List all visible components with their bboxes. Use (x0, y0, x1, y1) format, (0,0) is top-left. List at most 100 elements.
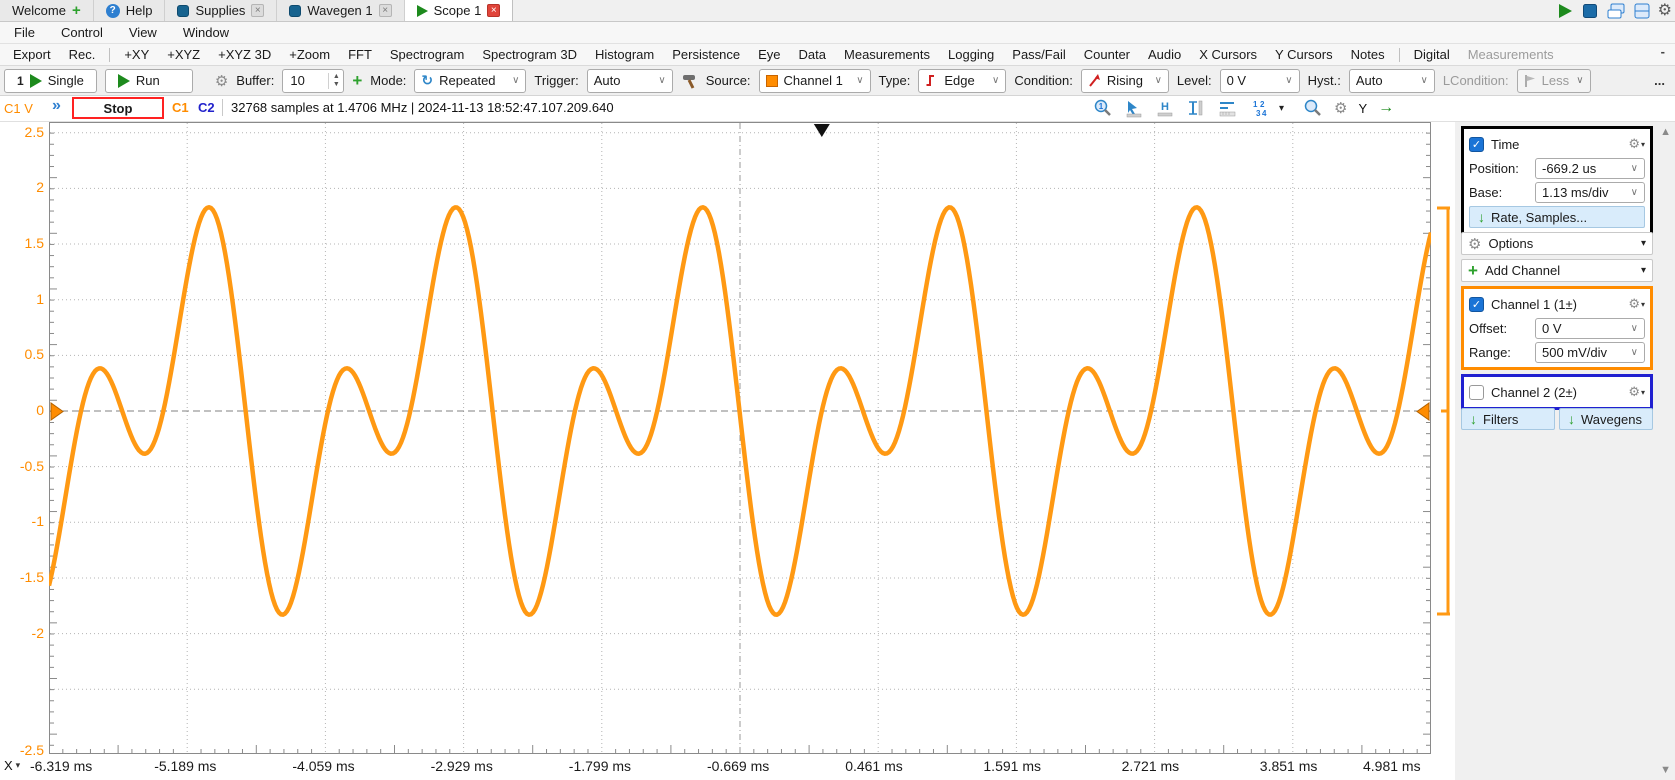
collapse-toolbar-button[interactable]: - (1661, 44, 1665, 59)
hysteresis-dropdown[interactable]: Auto ∨ (1349, 69, 1435, 93)
buffer-spinner[interactable]: ▲ ▼ (328, 73, 343, 89)
channel1-gear-icon[interactable]: ⚙ ▾ (1628, 296, 1645, 312)
spin-up-icon[interactable]: ▲ (333, 73, 340, 81)
view-item-x-cursors[interactable]: X Cursors (1190, 47, 1266, 62)
chevron-down-icon: ∨ (658, 75, 665, 86)
view-item--xyz[interactable]: +XYZ (158, 47, 209, 62)
offset-dropdown[interactable]: 0 V ∨ (1535, 318, 1645, 339)
zoom-icon[interactable] (1303, 98, 1323, 118)
level-dropdown[interactable]: 0 V ∨ (1220, 69, 1300, 93)
view-item-histogram[interactable]: Histogram (586, 47, 663, 62)
scroll-up-icon[interactable]: ▲ (1660, 126, 1671, 138)
waveform-canvas[interactable] (49, 122, 1455, 780)
range-dropdown[interactable]: 500 mV/div ∨ (1535, 342, 1645, 363)
view-item-pass-fail[interactable]: Pass/Fail (1003, 47, 1074, 62)
view-item-counter[interactable]: Counter (1075, 47, 1139, 62)
tab-scope-1[interactable]: Scope 1× (405, 0, 514, 21)
measure-icon[interactable] (1217, 98, 1237, 118)
view-item-digital[interactable]: Digital (1405, 47, 1459, 62)
view-item-data[interactable]: Data (790, 47, 835, 62)
menu-window[interactable]: Window (183, 25, 229, 40)
channel2-section[interactable]: Channel 2 (2±) ⚙ ▾ (1461, 374, 1653, 410)
zoom-buffer-icon[interactable]: 1 (1093, 98, 1113, 118)
settings-gear-icon[interactable]: ⚙ (1658, 2, 1672, 20)
view-item-eye[interactable]: Eye (749, 47, 789, 62)
view-item-spectrogram-3d[interactable]: Spectrogram 3D (473, 47, 586, 62)
menu-control[interactable]: Control (61, 25, 103, 40)
source-dropdown[interactable]: Channel 1 ∨ (759, 69, 871, 93)
view-item-rec-[interactable]: Rec. (60, 47, 105, 62)
channel1-section[interactable]: ✓ Channel 1 (1±) ⚙ ▾ Offset: 0 V ∨ Range… (1461, 286, 1653, 370)
expand-chevrons-icon[interactable]: » (52, 97, 61, 115)
trigger-mode-dropdown[interactable]: Auto ∨ (587, 69, 673, 93)
channel2-tab[interactable]: C2 (198, 100, 215, 115)
trigger-probe-icon[interactable] (681, 72, 698, 90)
scope-plot-area[interactable]: 2.521.510.50-0.5-1-1.5-2-2.5 -6.319 ms-5… (0, 122, 1455, 780)
add-channel-button[interactable]: + Add Channel ▾ (1461, 259, 1653, 282)
view-item-persistence[interactable]: Persistence (663, 47, 749, 62)
pointer-cursor-icon[interactable] (1124, 98, 1144, 118)
base-dropdown[interactable]: 1.13 ms/div ∨ (1535, 182, 1645, 203)
time-section[interactable]: ✓ Time ⚙ ▾ Position: -669.2 us ∨ Base: 1… (1461, 126, 1653, 236)
close-tab-icon[interactable]: × (379, 4, 392, 17)
close-tab-icon[interactable]: × (251, 4, 264, 17)
menu-view[interactable]: View (129, 25, 157, 40)
view-item--zoom[interactable]: +Zoom (280, 47, 339, 62)
y-axis-button[interactable]: Y (1358, 101, 1367, 116)
view-item-logging[interactable]: Logging (939, 47, 1003, 62)
view-item-y-cursors[interactable]: Y Cursors (1266, 47, 1342, 62)
toolbar-overflow-button[interactable]: ... (1654, 73, 1671, 88)
horizontal-cursor-icon[interactable]: H (1155, 98, 1175, 118)
close-tab-icon[interactable]: × (487, 4, 500, 17)
view-item-fft[interactable]: FFT (339, 47, 381, 62)
options-button[interactable]: ⚙ Options ▾ (1461, 232, 1653, 255)
y-axis-source-label[interactable]: C1 V (4, 101, 33, 116)
caret-down-icon: ▾ (1641, 388, 1645, 397)
type-dropdown[interactable]: Edge ∨ (918, 69, 1006, 93)
channel1-checkbox[interactable]: ✓ (1469, 297, 1484, 312)
cascade-windows-icon[interactable] (1606, 2, 1626, 20)
channel2-gear-icon[interactable]: ⚙ ▾ (1628, 384, 1645, 400)
condition-dropdown[interactable]: Rising ∨ (1081, 69, 1169, 93)
tile-windows-icon[interactable] (1633, 2, 1651, 20)
view-item--xy[interactable]: +XY (115, 47, 158, 62)
view-item-notes[interactable]: Notes (1342, 47, 1394, 62)
channel2-checkbox[interactable] (1469, 385, 1484, 400)
tab-welcome[interactable]: Welcome+ (0, 0, 94, 21)
view-item-measurements[interactable]: Measurements (835, 47, 939, 62)
run-all-icon[interactable] (1556, 2, 1574, 20)
lcondition-dropdown[interactable]: Less ∨ (1517, 69, 1591, 93)
run-button[interactable]: Run (105, 69, 193, 93)
down-arrow-icon: ↓ (1568, 411, 1575, 427)
stop-button[interactable]: Stop (72, 97, 164, 119)
time-checkbox[interactable]: ✓ (1469, 137, 1484, 152)
view-item-spectrogram[interactable]: Spectrogram (381, 47, 473, 62)
single-button[interactable]: 1 Single (4, 69, 97, 93)
channel1-tab[interactable]: C1 (172, 100, 189, 115)
position-dropdown[interactable]: -669.2 us ∨ (1535, 158, 1645, 179)
vertical-cursor-icon[interactable] (1186, 98, 1206, 118)
view-item-export[interactable]: Export (4, 47, 60, 62)
time-gear-icon[interactable]: ⚙ (1334, 99, 1347, 117)
next-arrow-icon[interactable]: → (1378, 99, 1394, 117)
wavegens-button[interactable]: ↓ Wavegens (1559, 408, 1653, 430)
spin-down-icon[interactable]: ▼ (333, 81, 340, 89)
tab-help[interactable]: ?Help (94, 0, 166, 21)
time-options-gear-icon[interactable]: ⚙ ▾ (1628, 136, 1645, 152)
view-item-audio[interactable]: Audio (1139, 47, 1190, 62)
scroll-down-icon[interactable]: ▼ (1660, 764, 1671, 776)
menu-file[interactable]: File (14, 25, 35, 40)
x-axis-selector[interactable]: X ▾ (4, 758, 20, 773)
filters-button[interactable]: ↓ Filters (1461, 408, 1555, 430)
stop-all-icon[interactable] (1581, 2, 1599, 20)
buffer-spinbox[interactable]: 10 ▲ ▼ (282, 69, 344, 93)
view-item--xyz-3d[interactable]: +XYZ 3D (209, 47, 280, 62)
channel-order-icon[interactable]: 1 2 3 4 (1248, 98, 1268, 118)
add-buffer-icon[interactable]: + (352, 71, 362, 91)
buffer-gear-icon[interactable]: ⚙ (215, 72, 228, 90)
tab-supplies[interactable]: Supplies× (165, 0, 277, 21)
tab-wavegen-1[interactable]: Wavegen 1× (277, 0, 404, 21)
rate-samples-button[interactable]: ↓ Rate, Samples... (1469, 206, 1645, 228)
tools-dropdown-caret[interactable]: ▾ (1279, 103, 1284, 114)
mode-dropdown[interactable]: ↻ Repeated ∨ (414, 69, 526, 93)
